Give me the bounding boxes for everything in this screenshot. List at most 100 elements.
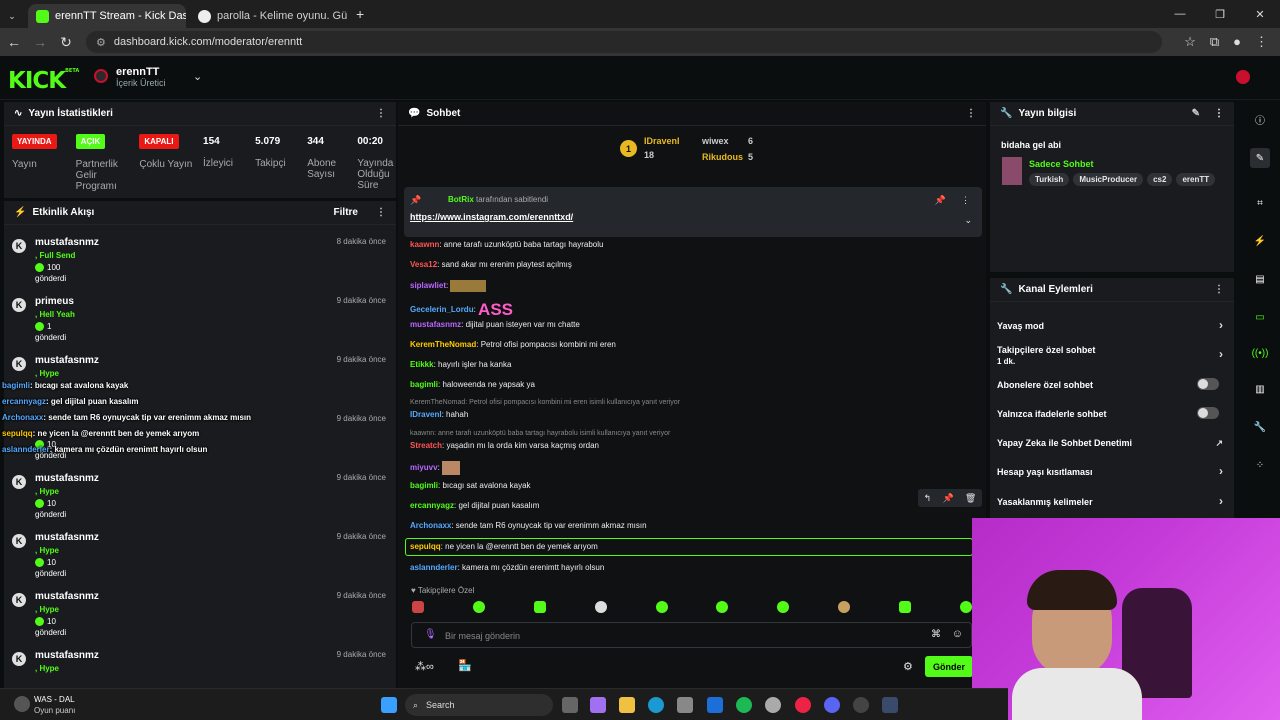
- send-button[interactable]: Gönder: [925, 656, 973, 677]
- emote-icon[interactable]: [716, 601, 729, 613]
- chat-message[interactable]: miyuvv:: [410, 461, 461, 475]
- wrench-icon[interactable]: 🔧: [1253, 420, 1267, 434]
- translate-icon[interactable]: ⌘: [931, 629, 941, 640]
- feed-username[interactable]: mustafasnmz: [35, 591, 99, 602]
- account-avatar[interactable]: [1236, 70, 1250, 84]
- leader-name[interactable]: IDravenI: [644, 136, 680, 146]
- edit-icon[interactable]: ✎: [1192, 108, 1200, 119]
- reload-icon[interactable]: ↻: [54, 34, 78, 51]
- url-field[interactable]: ⚙ dashboard.kick.com/moderator/erenntt: [86, 31, 1162, 53]
- menu-icon[interactable]: ⋮: [1214, 284, 1224, 295]
- chat-icon[interactable]: ▭: [1253, 310, 1267, 324]
- emote-icon[interactable]: [655, 601, 668, 613]
- subscribers-only-toggle[interactable]: [1197, 378, 1219, 390]
- discord-icon[interactable]: [824, 697, 840, 713]
- profile-icon[interactable]: ●: [1233, 34, 1241, 50]
- maximize-icon[interactable]: ❐: [1200, 0, 1240, 28]
- store-icon[interactable]: 🏪: [458, 659, 472, 672]
- steam-app-icon[interactable]: [765, 697, 781, 713]
- emote-icon[interactable]: [472, 601, 485, 613]
- tag[interactable]: erenTT: [1176, 173, 1216, 186]
- kick-logo[interactable]: KICKBETA: [8, 68, 79, 94]
- menu-icon[interactable]: ⋮: [376, 108, 386, 119]
- edit-icon[interactable]: ✎: [1250, 148, 1270, 168]
- tag[interactable]: MusicProducer: [1073, 173, 1144, 186]
- music-app-icon[interactable]: [14, 696, 30, 712]
- emote-icon[interactable]: [412, 601, 424, 613]
- pinned-link[interactable]: https://www.instagram.com/erennttxd/: [410, 212, 573, 222]
- action-account-age[interactable]: Hesap yaşı kısıtlaması ›: [997, 464, 1227, 478]
- leader-name[interactable]: Rikudous: [702, 152, 743, 162]
- emote-icon[interactable]: [838, 601, 851, 613]
- obs-icon[interactable]: [853, 697, 869, 713]
- chat-message[interactable]: Gecelerin_Lordu: ASS: [410, 300, 513, 320]
- copilot-icon[interactable]: [590, 697, 606, 713]
- emote-icon[interactable]: [533, 601, 546, 613]
- feed-username[interactable]: mustafasnmz: [35, 237, 99, 248]
- chat-message[interactable]: mustafasnmz: dijital puan isteyen var mı…: [410, 320, 580, 329]
- chat-message[interactable]: Etikkk: hayırlı işler ha kanka: [410, 360, 511, 369]
- delete-icon[interactable]: 🗑: [965, 493, 976, 504]
- info-icon[interactable]: ⓘ: [1253, 112, 1267, 127]
- chat-message[interactable]: ercannyagz: gel dijital puan kasalım: [410, 501, 539, 510]
- browser-menu-icon[interactable]: ⋮: [1255, 34, 1268, 50]
- extensions-icon[interactable]: ⧉: [1210, 34, 1219, 50]
- chevron-down-icon[interactable]: ⌄: [193, 70, 202, 83]
- tag[interactable]: Turkish: [1029, 173, 1070, 186]
- action-slow-mode[interactable]: Yavaş mod ›: [997, 318, 1227, 332]
- chat-message[interactable]: Archonaxx: sende tam R6 oynuycak tip var…: [410, 521, 647, 530]
- new-tab-icon[interactable]: +: [356, 6, 364, 22]
- channel-switcher[interactable]: erennTT İçerik Üretici: [94, 66, 166, 88]
- chat-message[interactable]: kaawnn: anne tarafı uzunköptü baba tarta…: [410, 240, 603, 249]
- screenshot-icon[interactable]: ⌗: [1253, 196, 1267, 210]
- unpin-icon[interactable]: 📌: [935, 195, 946, 206]
- layout-icon[interactable]: ▥: [1253, 382, 1267, 396]
- chat-input[interactable]: 🎙 Bir mesaj gönderin ⌘ ☺: [411, 622, 972, 648]
- site-info-icon[interactable]: ⚙: [96, 36, 106, 49]
- menu-icon[interactable]: ⋮: [1214, 108, 1224, 119]
- chrome-icon[interactable]: [795, 697, 811, 713]
- forward-icon[interactable]: →: [28, 34, 52, 50]
- points-icon[interactable]: ⁂∞: [415, 660, 434, 673]
- chevron-down-icon[interactable]: ⌄: [964, 215, 972, 226]
- action-subscribers-only[interactable]: Abonelere özel sohbet: [997, 378, 1227, 390]
- chat-message[interactable]: bagimli: bıcagı sat avalona kayak: [410, 481, 531, 490]
- lightning-icon[interactable]: ⚡: [1253, 234, 1267, 248]
- explorer-icon[interactable]: [619, 697, 635, 713]
- spotify-icon[interactable]: [736, 697, 752, 713]
- menu-icon[interactable]: ⋮: [961, 195, 970, 206]
- action-ai-moderation[interactable]: Yapay Zeka ile Sohbet Denetimi ↗: [997, 438, 1227, 448]
- emote-icon[interactable]: [594, 601, 607, 613]
- feed-username[interactable]: mustafasnmz: [35, 650, 99, 661]
- action-emote-only[interactable]: Yalnızca ifadelerle sohbet: [997, 407, 1227, 419]
- tag[interactable]: cs2: [1147, 173, 1173, 186]
- chat-message[interactable]: Streatch: yaşadın mı la orda kim varsa k…: [410, 441, 599, 450]
- edge-icon[interactable]: [648, 697, 664, 713]
- category-name[interactable]: Sadece Sohbet: [1029, 159, 1094, 169]
- taskbar-search[interactable]: ⌕ Search: [405, 694, 553, 716]
- leader-name[interactable]: wiwex: [702, 136, 729, 146]
- tab-kick-dashboard[interactable]: erennTT Stream - Kick Dashbo... ✕: [28, 4, 186, 28]
- filter-button[interactable]: Filtre: [334, 207, 358, 218]
- menu-icon[interactable]: ⋮: [376, 207, 386, 218]
- emote-icon[interactable]: [959, 601, 972, 613]
- tab-parolla[interactable]: parolla - Kelime oyunu. Günlük ... ✕: [190, 4, 348, 28]
- emote-only-toggle[interactable]: [1197, 407, 1219, 419]
- chat-message[interactable]: Vesa12: sand akar mı erenim playtest açı…: [410, 260, 572, 269]
- chat-message[interactable]: siplawliet:: [410, 280, 487, 292]
- back-icon[interactable]: ←: [2, 34, 26, 50]
- emote-icon[interactable]: [899, 601, 911, 613]
- pin-icon[interactable]: 📌: [942, 493, 953, 504]
- minimize-icon[interactable]: —: [1160, 0, 1200, 28]
- reply-icon[interactable]: ↰: [924, 493, 932, 504]
- chat-message[interactable]: aslannderler: kamera mı çözdün erenimtt …: [410, 563, 604, 572]
- emoji-icon[interactable]: ☺: [952, 628, 963, 640]
- action-banned-words[interactable]: Yasaklanmış kelimeler ›: [997, 494, 1227, 508]
- taskview-icon[interactable]: [562, 697, 578, 713]
- chat-message[interactable]: IDravenI: hahah: [410, 410, 468, 419]
- emote-icon[interactable]: [777, 601, 790, 613]
- close-window-icon[interactable]: ✕: [1240, 0, 1280, 28]
- windows-start-icon[interactable]: [381, 697, 397, 713]
- tab-search-icon[interactable]: ⌄: [0, 11, 24, 22]
- broadcast-icon[interactable]: ((•)): [1252, 346, 1269, 360]
